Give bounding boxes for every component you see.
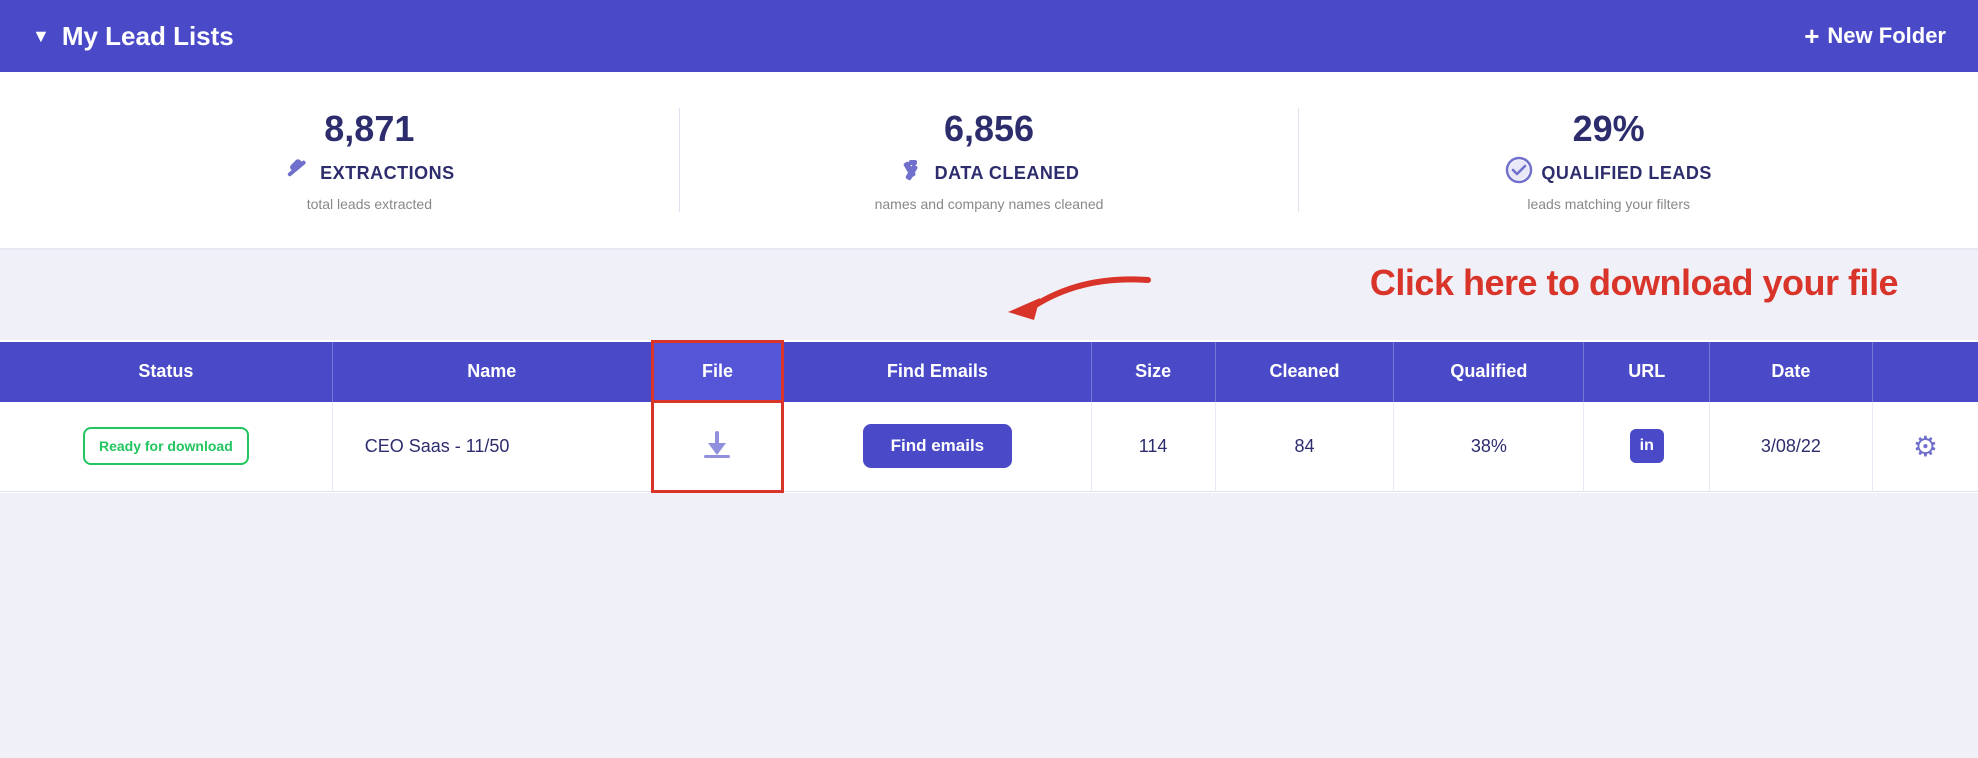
download-file-button[interactable]	[698, 425, 736, 466]
size-cell: 114	[1091, 402, 1215, 492]
row-name: CEO Saas - 11/50	[365, 436, 510, 456]
plus-icon: +	[1804, 21, 1819, 52]
linkedin-icon[interactable]: in	[1630, 429, 1664, 463]
col-name: Name	[332, 342, 652, 402]
date-cell: 3/08/22	[1710, 402, 1873, 492]
settings-icon[interactable]: ⚙	[1913, 431, 1938, 462]
stat-extractions: 8,871 EXTRACTIONS total leads extracted	[60, 108, 679, 212]
status-cell: Ready for download	[0, 402, 332, 492]
extractions-number: 8,871	[60, 108, 679, 150]
name-cell: CEO Saas - 11/50	[332, 402, 652, 492]
url-cell: in	[1584, 402, 1710, 492]
col-file: File	[652, 342, 782, 402]
col-status: Status	[0, 342, 332, 402]
stat-qualified-leads: 29% QUALIFIED LEADS leads matching your …	[1298, 108, 1918, 212]
find-emails-cell: Find emails	[783, 402, 1091, 492]
cleaned-number: 6,856	[680, 108, 1299, 150]
cleaned-icon	[899, 156, 927, 190]
stats-panel: 8,871 EXTRACTIONS total leads extracted …	[0, 72, 1978, 250]
col-date: Date	[1710, 342, 1873, 402]
leads-table: Status Name File Find Emails Size Cleane…	[0, 340, 1978, 493]
collapse-icon[interactable]: ▼	[32, 26, 50, 47]
col-size: Size	[1091, 342, 1215, 402]
header: ▼ My Lead Lists + New Folder	[0, 0, 1978, 72]
new-folder-button[interactable]: + New Folder	[1804, 21, 1946, 52]
qualified-number: 29%	[1299, 108, 1918, 150]
download-icon	[698, 425, 736, 463]
table-header-row: Status Name File Find Emails Size Cleane…	[0, 342, 1978, 402]
col-url: URL	[1584, 342, 1710, 402]
page-title: My Lead Lists	[62, 21, 234, 52]
extractions-label: EXTRACTIONS	[320, 163, 455, 184]
annotation-area: Click here to download your file	[0, 250, 1978, 340]
qualified-cell: 38%	[1394, 402, 1584, 492]
click-here-annotation: Click here to download your file	[1370, 262, 1898, 304]
col-cleaned: Cleaned	[1215, 342, 1394, 402]
table-section: Status Name File Find Emails Size Cleane…	[0, 340, 1978, 493]
file-cell	[652, 402, 782, 492]
qualified-sub: leads matching your filters	[1299, 196, 1918, 212]
status-badge: Ready for download	[83, 427, 249, 465]
find-emails-button[interactable]: Find emails	[863, 424, 1013, 468]
cleaned-label: DATA CLEANED	[935, 163, 1080, 184]
qualified-icon	[1505, 156, 1533, 190]
stat-data-cleaned: 6,856 DATA CLEANED names and company nam…	[679, 108, 1299, 212]
extractions-icon	[284, 156, 312, 190]
cleaned-cell: 84	[1215, 402, 1394, 492]
new-folder-label: New Folder	[1827, 23, 1946, 49]
actions-cell: ⚙	[1872, 402, 1978, 492]
cleaned-sub: names and company names cleaned	[680, 196, 1299, 212]
header-left: ▼ My Lead Lists	[32, 21, 234, 52]
extractions-sub: total leads extracted	[60, 196, 679, 212]
table-row: Ready for download CEO Saas - 11/50	[0, 402, 1978, 492]
col-qualified: Qualified	[1394, 342, 1584, 402]
col-find-emails: Find Emails	[783, 342, 1091, 402]
qualified-label: QUALIFIED LEADS	[1541, 163, 1712, 184]
col-actions	[1872, 342, 1978, 402]
arrow-annotation	[998, 260, 1158, 335]
